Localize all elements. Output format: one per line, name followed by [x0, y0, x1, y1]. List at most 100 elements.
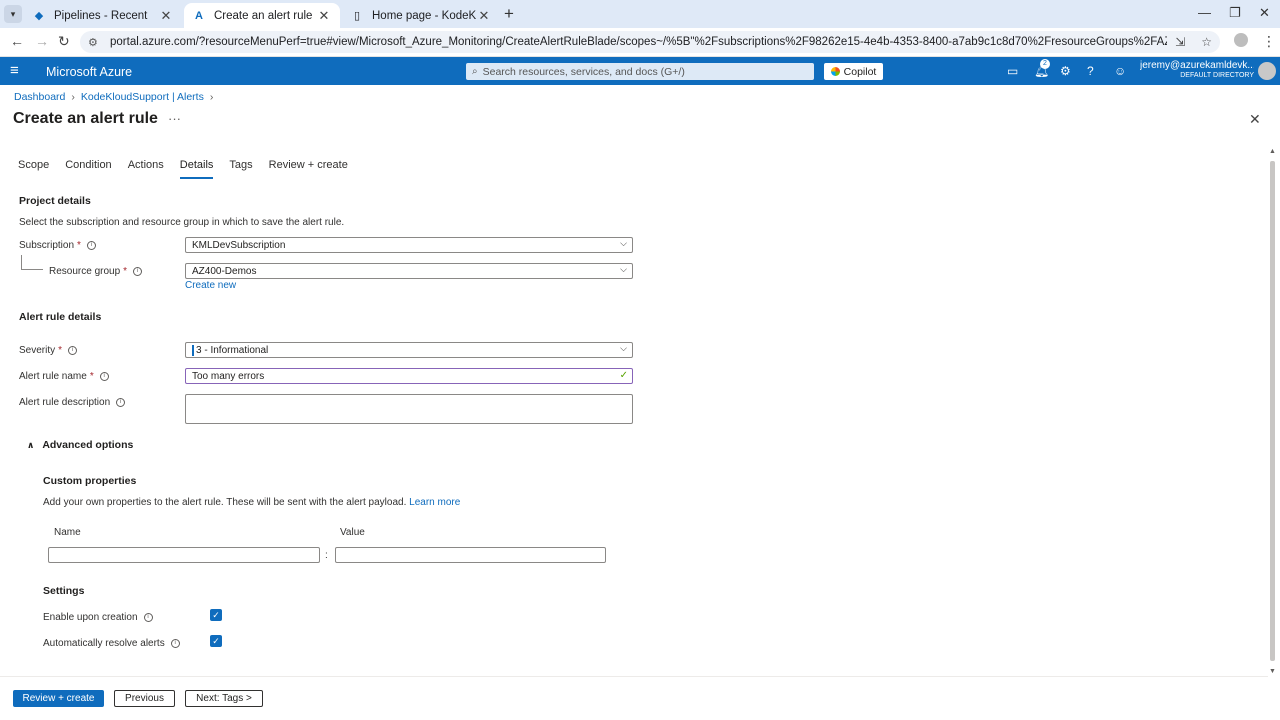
chevron-down-icon: ⌵	[620, 343, 627, 353]
enable-upon-creation-text: Enable upon creation	[43, 612, 138, 623]
alert-rule-details-heading: Alert rule details	[19, 311, 102, 323]
info-icon[interactable]: i	[170, 639, 180, 648]
vertical-scrollbar[interactable]: ▲ ▼	[1268, 148, 1277, 675]
more-options-icon[interactable]: ···	[168, 111, 181, 126]
install-app-icon[interactable]: ⇲	[1175, 35, 1185, 49]
info-icon[interactable]: i	[143, 613, 153, 622]
enable-upon-creation-checkbox[interactable]: ✓	[210, 609, 222, 621]
subscription-label: Subscription * i	[19, 240, 96, 251]
text-cursor	[192, 344, 194, 356]
url-field[interactable]: ⚙ portal.azure.com/?resourceMenuPerf=tru…	[80, 31, 1220, 53]
feedback-icon[interactable]: ☺	[1114, 64, 1126, 78]
page-icon: ▯	[353, 10, 361, 22]
severity-label: Severity * i	[19, 345, 78, 356]
create-new-link[interactable]: Create new	[185, 280, 236, 291]
tab-search-chevron-icon[interactable]: ▾	[4, 5, 22, 23]
footer-divider	[0, 676, 1268, 677]
account-directory: DEFAULT DIRECTORY	[1180, 72, 1254, 79]
required-marker: *	[123, 266, 128, 277]
account-email: jeremy@azurekamldevk...	[1140, 60, 1254, 71]
review-create-button[interactable]: Review + create	[13, 690, 104, 707]
site-info-icon[interactable]: ⚙	[88, 36, 102, 49]
auto-resolve-label: Automatically resolve alerts i	[43, 638, 180, 649]
azure-devops-icon: ◆	[34, 10, 44, 22]
info-icon[interactable]: i	[68, 346, 78, 355]
tab-actions[interactable]: Actions	[128, 159, 164, 179]
scroll-up-icon[interactable]: ▲	[1268, 148, 1277, 155]
alert-rule-name-input[interactable]: Too many errors ✓	[185, 368, 633, 384]
info-icon[interactable]: i	[116, 398, 126, 407]
cloud-shell-icon[interactable]: ▭	[1007, 64, 1018, 78]
auto-resolve-checkbox[interactable]: ✓	[210, 635, 222, 647]
copilot-button[interactable]: Copilot	[824, 63, 883, 80]
advanced-options-toggle[interactable]: ∧ Advanced options	[27, 439, 133, 451]
chevron-down-icon: ⌵	[620, 264, 627, 274]
close-tab-icon[interactable]: ✕	[158, 8, 174, 24]
url-text: portal.azure.com/?resourceMenuPerf=true#…	[110, 36, 1167, 48]
minimize-icon[interactable]: —	[1198, 5, 1211, 20]
hamburger-menu-icon[interactable]: ≡	[10, 62, 19, 79]
profile-avatar[interactable]	[1234, 33, 1248, 47]
resource-group-dropdown[interactable]: AZ400-Demos ⌵	[185, 263, 633, 279]
breadcrumb-separator-icon: ›	[209, 91, 214, 103]
value-column-header: Value	[340, 527, 365, 538]
bookmark-star-icon[interactable]: ☆	[1201, 35, 1212, 49]
copilot-label: Copilot	[843, 65, 877, 78]
tab-tags[interactable]: Tags	[229, 159, 252, 179]
breadcrumb-alerts[interactable]: KodeKloudSupport | Alerts	[81, 91, 204, 103]
forward-icon[interactable]: →	[35, 33, 49, 49]
scrollbar-thumb[interactable]	[1270, 161, 1275, 661]
reload-icon[interactable]: ↻	[58, 33, 70, 50]
previous-button[interactable]: Previous	[114, 690, 175, 707]
tab-scope[interactable]: Scope	[18, 159, 49, 179]
alert-rule-name-label-text: Alert rule name	[19, 371, 87, 382]
breadcrumb-dashboard[interactable]: Dashboard	[14, 91, 65, 103]
tab-review-create[interactable]: Review + create	[269, 159, 348, 179]
browser-tab-create-alert[interactable]: A Create an alert rule - Microsoft ✕	[184, 3, 340, 28]
required-marker: *	[58, 345, 63, 356]
info-icon[interactable]: i	[86, 241, 96, 250]
close-tab-icon[interactable]: ✕	[476, 8, 492, 24]
subscription-dropdown[interactable]: KMLDevSubscription ⌵	[185, 237, 633, 253]
global-search-input[interactable]: ⌕ Search resources, services, and docs (…	[466, 63, 814, 80]
checkmark-icon: ✓	[619, 370, 628, 381]
browser-menu-icon[interactable]: ⋮	[1262, 33, 1276, 50]
settings-gear-icon[interactable]: ⚙	[1060, 64, 1071, 78]
browser-tab-label: Create an alert rule - Microsoft	[214, 9, 316, 22]
next-tags-button[interactable]: Next: Tags >	[185, 690, 263, 707]
property-value-input[interactable]	[335, 547, 606, 563]
info-icon[interactable]: i	[99, 372, 109, 381]
alert-rule-description-label-text: Alert rule description	[19, 397, 111, 408]
severity-label-text: Severity	[19, 345, 56, 356]
azure-brand[interactable]: Microsoft Azure	[46, 65, 132, 79]
avatar[interactable]	[1258, 62, 1276, 80]
browser-tab-pipelines[interactable]: ◆ Pipelines - Recent ✕	[24, 3, 182, 28]
search-placeholder: Search resources, services, and docs (G+…	[482, 65, 685, 78]
tab-condition[interactable]: Condition	[65, 159, 111, 179]
close-tab-icon[interactable]: ✕	[316, 8, 332, 24]
back-icon[interactable]: ←	[10, 33, 24, 49]
account-info[interactable]: jeremy@azurekamldevk... DEFAULT DIRECTOR…	[1140, 60, 1254, 79]
info-icon[interactable]: i	[133, 267, 143, 276]
alert-rule-description-input[interactable]	[185, 394, 633, 424]
tab-details[interactable]: Details	[179, 159, 214, 179]
property-name-input[interactable]	[48, 547, 320, 563]
custom-properties-heading: Custom properties	[43, 475, 137, 487]
resource-group-label-text: Resource group	[49, 266, 121, 277]
learn-more-link[interactable]: Learn more	[409, 497, 460, 508]
tree-connector	[21, 255, 43, 270]
scroll-down-icon[interactable]: ▼	[1268, 668, 1277, 675]
severity-dropdown[interactable]: 3 - Informational ⌵	[185, 342, 633, 358]
new-tab-button[interactable]: +	[504, 4, 514, 24]
browser-tab-kodekloud[interactable]: ▯ Home page - KodeKloudSupport ✕	[342, 3, 500, 28]
close-icon[interactable]: ✕	[1249, 111, 1261, 128]
maximize-icon[interactable]: ❐	[1229, 5, 1241, 21]
wizard-tabs: Scope Condition Actions Details Tags Rev…	[18, 159, 364, 179]
required-marker: *	[77, 240, 81, 251]
help-icon[interactable]: ?	[1087, 64, 1094, 78]
close-window-icon[interactable]: ✕	[1259, 5, 1270, 21]
chevron-up-icon: ∧	[27, 439, 35, 450]
custom-properties-description: Add your own properties to the alert rul…	[43, 497, 460, 508]
auto-resolve-text: Automatically resolve alerts	[43, 638, 165, 649]
name-column-header: Name	[54, 527, 81, 538]
